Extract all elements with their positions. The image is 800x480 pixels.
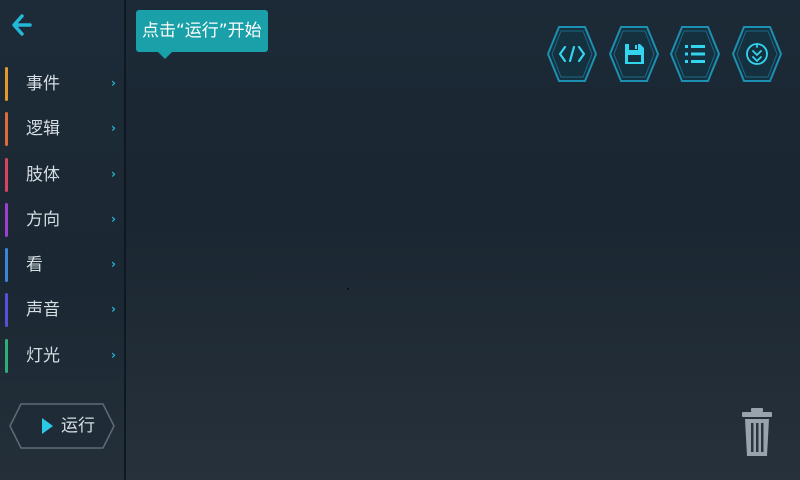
app-window: 事件 › 逻辑 › 肢体 › 方向 › 看 › 声音 › 灯光 › 运行 点击“… [0,0,800,480]
hint-tooltip: 点击“运行”开始 [136,10,268,59]
chevron-right-icon: › [111,166,116,181]
category-label: 事件 [26,74,60,94]
chevron-right-icon: › [111,257,116,272]
sensor-button[interactable] [731,24,783,84]
category-label: 看 [26,255,43,276]
category-color-bar [5,248,8,283]
category-color-bar [5,293,8,328]
category-label: 逻辑 [26,119,60,140]
category-color-bar [5,157,8,192]
hint-tooltip-text: 点击“运行”开始 [142,21,262,41]
play-icon [42,418,53,434]
back-arrow-icon [12,14,32,36]
list-button[interactable] [669,24,721,84]
chevron-right-icon: › [111,211,116,226]
category-color-bar [5,112,8,147]
trash-button[interactable] [740,406,774,460]
back-button[interactable] [8,10,36,40]
list-icon [685,45,705,63]
category-item-light[interactable]: 灯光 › [0,334,124,379]
trash-icon [742,408,772,456]
code-view-button[interactable] [546,24,598,84]
block-category-sidebar: 事件 › 逻辑 › 肢体 › 方向 › 看 › 声音 › 灯光 › 运行 [0,0,126,480]
save-icon [625,44,644,64]
category-list: 事件 › 逻辑 › 肢体 › 方向 › 看 › 声音 › 灯光 › [0,62,124,379]
chevron-right-icon: › [111,302,116,317]
category-item-sound[interactable]: 声音 › [0,288,124,333]
category-label: 方向 [26,209,60,230]
category-color-bar [5,67,8,101]
tooltip-tail [158,52,172,59]
save-button[interactable] [608,24,660,84]
category-item-logic[interactable]: 逻辑 › [0,107,124,152]
chevron-right-icon: › [111,76,116,90]
canvas-speck [347,288,349,290]
category-label: 肢体 [26,164,60,185]
category-item-direction[interactable]: 方向 › [0,198,124,243]
chevron-right-icon: › [111,121,116,136]
category-item-look[interactable]: 看 › [0,243,124,288]
category-label: 声音 [26,300,60,321]
category-item-events[interactable]: 事件 › [0,62,124,107]
run-button-label: 运行 [61,416,95,436]
category-item-limbs[interactable]: 肢体 › [0,153,124,198]
category-color-bar [5,202,8,237]
category-label: 灯光 [26,345,60,366]
run-button[interactable]: 运行 [9,403,115,449]
chevron-right-icon: › [111,347,116,362]
category-color-bar [5,338,8,373]
